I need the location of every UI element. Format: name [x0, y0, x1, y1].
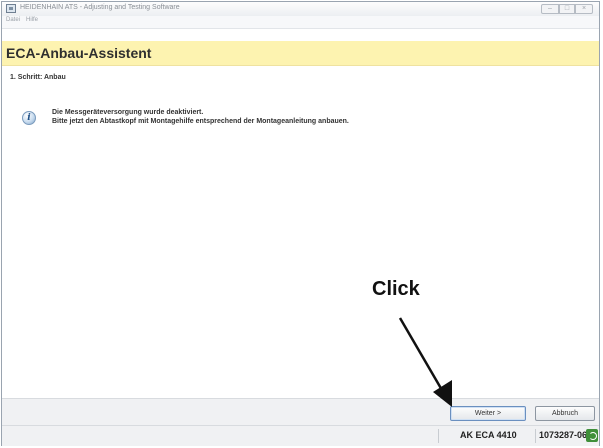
annotation-arrow — [398, 317, 452, 407]
